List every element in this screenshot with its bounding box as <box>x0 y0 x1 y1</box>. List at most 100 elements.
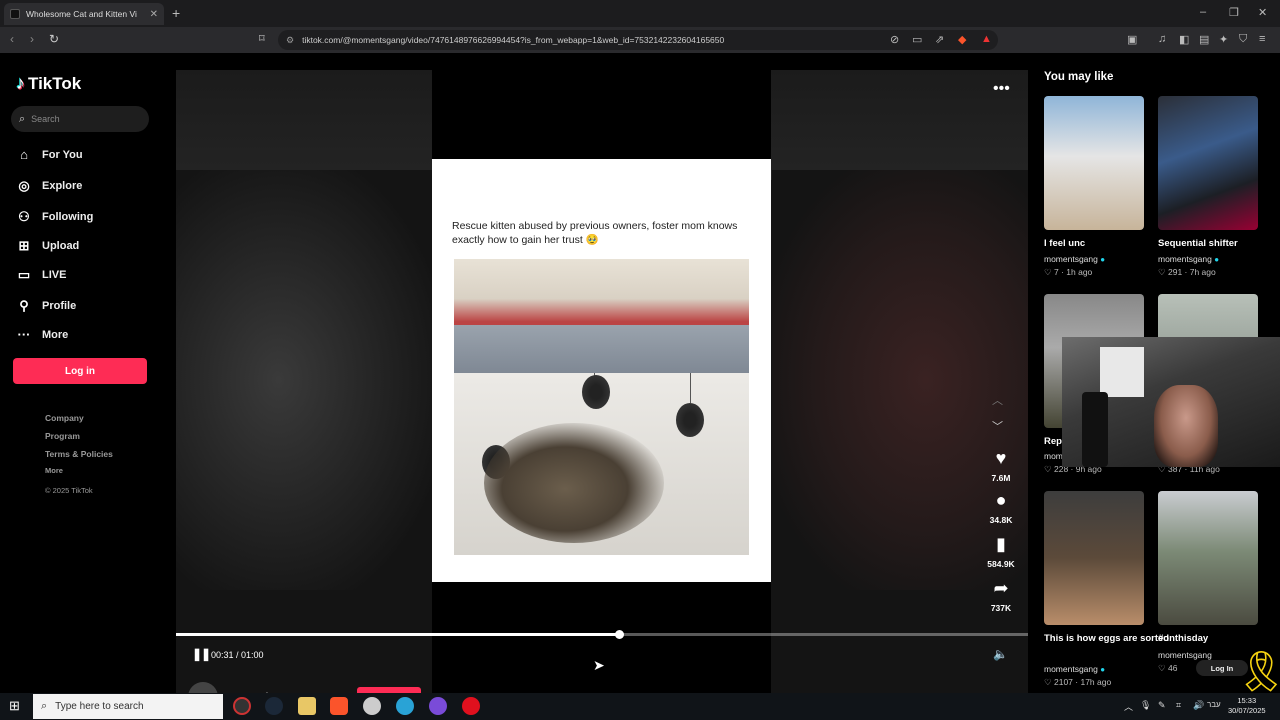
search-icon: ⌕ <box>41 700 48 712</box>
more-options-icon[interactable]: ••• <box>993 80 1010 98</box>
nav-profile[interactable]: ⚲ Profile <box>16 298 76 314</box>
sidebar-toggle-icon[interactable]: ▣ <box>1127 33 1137 46</box>
steam-icon[interactable] <box>265 697 283 715</box>
search-icon: ⌕ <box>19 112 26 125</box>
nav-following[interactable]: ⚇ Following <box>16 209 93 225</box>
footer-program-link[interactable]: Program <box>45 431 80 441</box>
tab-close-icon[interactable]: ✕ <box>150 9 158 20</box>
taskbar-search[interactable]: ⌕ Type here to search <box>33 694 223 719</box>
cast-icon[interactable]: ▭ <box>912 33 922 46</box>
pause-icon[interactable]: ❚❚ <box>192 647 211 661</box>
back-icon[interactable]: ‹ <box>10 32 14 46</box>
video-thumbnail[interactable] <box>1044 96 1144 230</box>
clock-date: 30/07/2025 <box>1228 706 1266 715</box>
panel-icon[interactable]: ◧ <box>1179 33 1189 46</box>
comment-button[interactable]: ● 34.8K <box>976 491 1026 525</box>
restore-button[interactable]: ❐ <box>1229 6 1239 19</box>
bookmark-icon[interactable]: ⌑ <box>259 32 265 45</box>
video-title[interactable]: Rep <box>1044 436 1062 447</box>
username: momentsgang <box>1044 254 1098 264</box>
reload-icon[interactable]: ↻ <box>49 32 59 46</box>
webcam-overlay <box>1062 337 1280 467</box>
video-title[interactable]: I feel unc <box>1044 238 1085 249</box>
verified-icon: ● <box>1100 665 1106 674</box>
login-button[interactable]: Log in <box>13 358 147 384</box>
video-user[interactable]: momentsgang ● <box>1044 254 1105 264</box>
nav-upload[interactable]: ⊞ Upload <box>16 238 80 254</box>
brave-shield-icon[interactable]: ◆ <box>958 33 966 46</box>
profile-icon: ⚲ <box>19 298 29 313</box>
like-button[interactable]: ♥ 7.6M <box>976 449 1026 483</box>
footer-more-link[interactable]: More <box>45 466 63 475</box>
share-icon[interactable]: ⇗ <box>935 33 944 46</box>
video-thumbnail[interactable] <box>1044 491 1144 625</box>
save-count: 584.9K <box>987 559 1015 569</box>
next-video-icon[interactable]: ﹀ <box>992 418 1003 434</box>
video-user[interactable]: mom <box>1044 451 1063 461</box>
yellow-ribbon-icon: 🎗 <box>1236 650 1280 694</box>
app-icon[interactable] <box>233 697 251 715</box>
file-explorer-icon[interactable] <box>298 697 316 715</box>
search-input[interactable]: ⌕ Search <box>11 106 149 132</box>
share-button[interactable]: ➦ 737K <box>976 579 1026 613</box>
nav-label: Following <box>42 211 94 223</box>
tray-chevron-icon[interactable]: ︿ <box>1124 700 1133 713</box>
video-thumbnail[interactable] <box>1158 491 1258 625</box>
ai-icon[interactable]: ✦ <box>1219 33 1228 46</box>
site-info-icon[interactable]: ⚙ <box>286 35 294 46</box>
music-icon[interactable]: ♫ <box>1158 33 1166 45</box>
language-indicator[interactable]: עבר <box>1207 700 1221 709</box>
footer-terms-link[interactable]: Terms & Policies <box>45 449 113 459</box>
video-thumbnail[interactable] <box>1158 96 1258 230</box>
close-window-button[interactable]: ✕ <box>1258 6 1267 19</box>
reader-icon[interactable]: ⊘ <box>890 33 899 46</box>
video-image-shelf <box>454 325 749 373</box>
tiktok-logo[interactable]: ♪ TikTok <box>16 73 81 94</box>
rewards-icon[interactable]: ▲ <box>981 33 992 45</box>
video-user[interactable]: momentsgang ● <box>1158 254 1219 264</box>
video-user[interactable]: momentsgang <box>1158 650 1212 660</box>
forward-icon[interactable]: › <box>30 32 34 46</box>
system-clock[interactable]: 15:33 30/07/2025 <box>1228 696 1266 716</box>
menu-icon[interactable]: ≡ <box>1259 33 1265 45</box>
video-user[interactable]: momentsgang ● <box>1044 664 1105 674</box>
video-frame[interactable]: Rescue kitten abused by previous owners,… <box>432 70 771 693</box>
volume-icon[interactable]: 🔈 <box>993 647 1008 661</box>
toy-string <box>690 373 691 403</box>
nav-more[interactable]: ··· More <box>16 327 69 342</box>
save-button[interactable]: ▮ 584.9K <box>976 535 1026 569</box>
nav-explore[interactable]: ◎ Explore <box>16 178 82 194</box>
video-title[interactable]: #onthisday <box>1158 633 1208 644</box>
pen-icon[interactable]: ✎ <box>1158 700 1166 711</box>
taskbar-search-placeholder: Type here to search <box>55 701 144 712</box>
os-taskbar: ⊞ ⌕ Type here to search ︿ 🎙 ✎ ⌗ 🔊 עבר 15… <box>0 693 1280 720</box>
bookmark-icon: ▮ <box>996 534 1006 554</box>
video-meta: ♡ 2107 · 17h ago <box>1044 677 1112 687</box>
speaker-icon[interactable]: 🔊 <box>1193 700 1204 711</box>
nav-live[interactable]: ▭ LIVE <box>16 267 67 283</box>
nav-for-you[interactable]: ⌂ For You <box>16 147 82 162</box>
blurred-backdrop-right <box>772 170 1028 590</box>
vpn-icon[interactable]: ⛉ <box>1239 33 1247 46</box>
new-tab-button[interactable]: + <box>172 5 180 21</box>
opera-icon[interactable] <box>462 697 480 715</box>
previous-video-icon[interactable]: ︿ <box>992 392 1003 408</box>
progress-handle[interactable] <box>615 630 625 639</box>
footer-company-link[interactable]: Company <box>45 413 84 423</box>
brave-browser-icon[interactable] <box>330 697 348 715</box>
app-icon[interactable] <box>396 697 414 715</box>
video-title[interactable]: Sequential shifter <box>1158 238 1238 249</box>
nav-label: Profile <box>42 300 77 312</box>
microphone-icon[interactable]: 🎙 <box>1140 700 1151 711</box>
video-title[interactable]: This is how eggs are sorted <box>1044 633 1169 644</box>
video-player[interactable]: Rescue kitten abused by previous owners,… <box>176 70 1028 693</box>
minimize-button[interactable]: – <box>1200 6 1206 18</box>
tiktok-sidebar: ♪ TikTok ⌕ Search ⌂ For You ◎ Explore ⚇ … <box>0 53 168 693</box>
progress-bar[interactable] <box>176 630 1028 639</box>
discord-icon[interactable] <box>429 697 447 715</box>
wallet-icon[interactable]: ▤ <box>1199 33 1209 46</box>
windows-start-icon[interactable]: ⊞ <box>9 698 20 714</box>
app-icon[interactable] <box>363 697 381 715</box>
network-icon[interactable]: ⌗ <box>1176 700 1181 711</box>
browser-tab[interactable]: Wholesome Cat and Kitten Vi ✕ <box>4 3 164 25</box>
